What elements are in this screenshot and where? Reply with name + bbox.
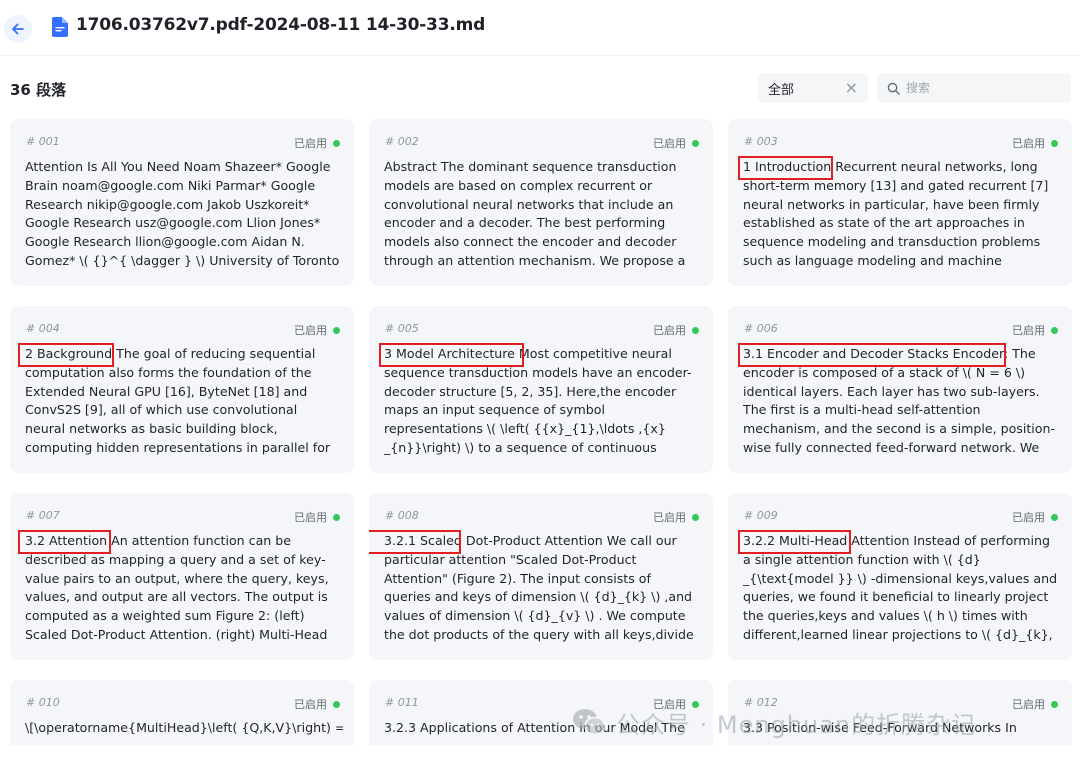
segment-content: Attention Is All You Need Noam Shazeer* … — [25, 159, 340, 268]
enabled-dot-icon — [1051, 513, 1058, 521]
segment-content: 2 Background The goal of reducing sequen… — [25, 346, 331, 455]
segment-id: # 005 — [385, 322, 419, 335]
back-button[interactable] — [4, 15, 32, 43]
page-title: 1706.03762v7.pdf-2024-08-11 14-30-33.md — [76, 15, 486, 35]
clear-icon[interactable]: × — [845, 80, 858, 96]
segment-card[interactable]: # 007 已启用 3.2 Attention An attention fun… — [10, 493, 354, 660]
enabled-dot-icon — [333, 139, 340, 147]
status-badge[interactable]: 已启用 — [653, 135, 699, 151]
search-box[interactable] — [877, 73, 1071, 103]
segment-card[interactable]: # 001 已启用 Attention Is All You Need Noam… — [10, 119, 354, 286]
segment-card[interactable]: # 006 已启用 3.1 Encoder and Decoder Stacks… — [728, 306, 1072, 473]
segment-id: # 002 — [385, 135, 419, 148]
enabled-dot-icon — [333, 700, 340, 708]
enabled-dot-icon — [692, 326, 699, 334]
segment-id: # 010 — [26, 696, 60, 709]
search-icon — [887, 82, 900, 95]
segment-count: 36 段落 — [10, 81, 67, 99]
status-filter-select[interactable]: 全部 × — [758, 73, 868, 103]
segment-content: 3.2.1 Scaled Dot-Product Attention We ca… — [384, 533, 694, 642]
status-badge[interactable]: 已启用 — [1012, 322, 1058, 338]
segment-card[interactable]: # 009 已启用 3.2.2 Multi-Head Attention Ins… — [728, 493, 1072, 660]
enabled-dot-icon — [333, 326, 340, 334]
segment-id: # 008 — [385, 509, 419, 522]
segment-content: 1 Introduction Recurrent neural networks… — [743, 159, 1049, 268]
enabled-dot-icon — [1051, 326, 1058, 334]
segment-card[interactable]: # 005 已启用 3 Model Architecture Most comp… — [369, 306, 713, 473]
segment-id: # 007 — [26, 509, 60, 522]
bottom-edge — [0, 745, 1080, 766]
segment-content: 3 Model Architecture Most competitive ne… — [384, 346, 692, 455]
segment-id: # 001 — [26, 135, 60, 148]
enabled-dot-icon — [692, 139, 699, 147]
segment-content: \[\operatorname{MultiHead}\left( {Q,K,V}… — [25, 720, 343, 735]
enabled-dot-icon — [1051, 139, 1058, 147]
search-input[interactable] — [906, 81, 1056, 95]
segment-content: 3.2.2 Multi-Head Attention Instead of pe… — [743, 533, 1058, 642]
segment-card[interactable]: # 008 已启用 3.2.1 Scaled Dot-Product Atten… — [369, 493, 713, 660]
segment-content: 3.1 Encoder and Decoder Stacks Encoder: … — [743, 346, 1056, 455]
enabled-dot-icon — [692, 513, 699, 521]
segment-card[interactable]: # 004 已启用 2 Background The goal of reduc… — [10, 306, 354, 473]
watermark-text: 公众号 · Menghuan的折腾杂记 — [616, 710, 977, 739]
segment-content: Abstract The dominant sequence transduct… — [384, 159, 686, 268]
document-file-icon — [52, 17, 68, 37]
watermark: 公众号 · Menghuan的折腾杂记 — [572, 702, 1062, 742]
segment-id: # 006 — [744, 322, 778, 335]
wechat-logo-icon — [573, 709, 606, 736]
segment-id: # 004 — [26, 322, 60, 335]
filter-selected-value: 全部 — [768, 82, 795, 98]
status-badge[interactable]: 已启用 — [294, 696, 340, 712]
segment-content: 3.2 Attention An attention function can … — [25, 533, 329, 642]
status-badge[interactable]: 已启用 — [294, 322, 340, 338]
segment-card[interactable]: # 003 已启用 1 Introduction Recurrent neura… — [728, 119, 1072, 286]
top-bar: 1706.03762v7.pdf-2024-08-11 14-30-33.md — [0, 0, 1080, 56]
segment-id: # 003 — [744, 135, 778, 148]
arrow-left-icon — [12, 23, 24, 35]
status-badge[interactable]: 已启用 — [294, 509, 340, 525]
status-badge[interactable]: 已启用 — [294, 135, 340, 151]
segment-id: # 011 — [385, 696, 419, 709]
status-badge[interactable]: 已启用 — [1012, 135, 1058, 151]
status-badge[interactable]: 已启用 — [653, 322, 699, 338]
enabled-dot-icon — [333, 513, 340, 521]
segment-id: # 009 — [744, 509, 778, 522]
segment-card[interactable]: # 002 已启用 Abstract The dominant sequence… — [369, 119, 713, 286]
status-badge[interactable]: 已启用 — [653, 509, 699, 525]
status-badge[interactable]: 已启用 — [1012, 509, 1058, 525]
